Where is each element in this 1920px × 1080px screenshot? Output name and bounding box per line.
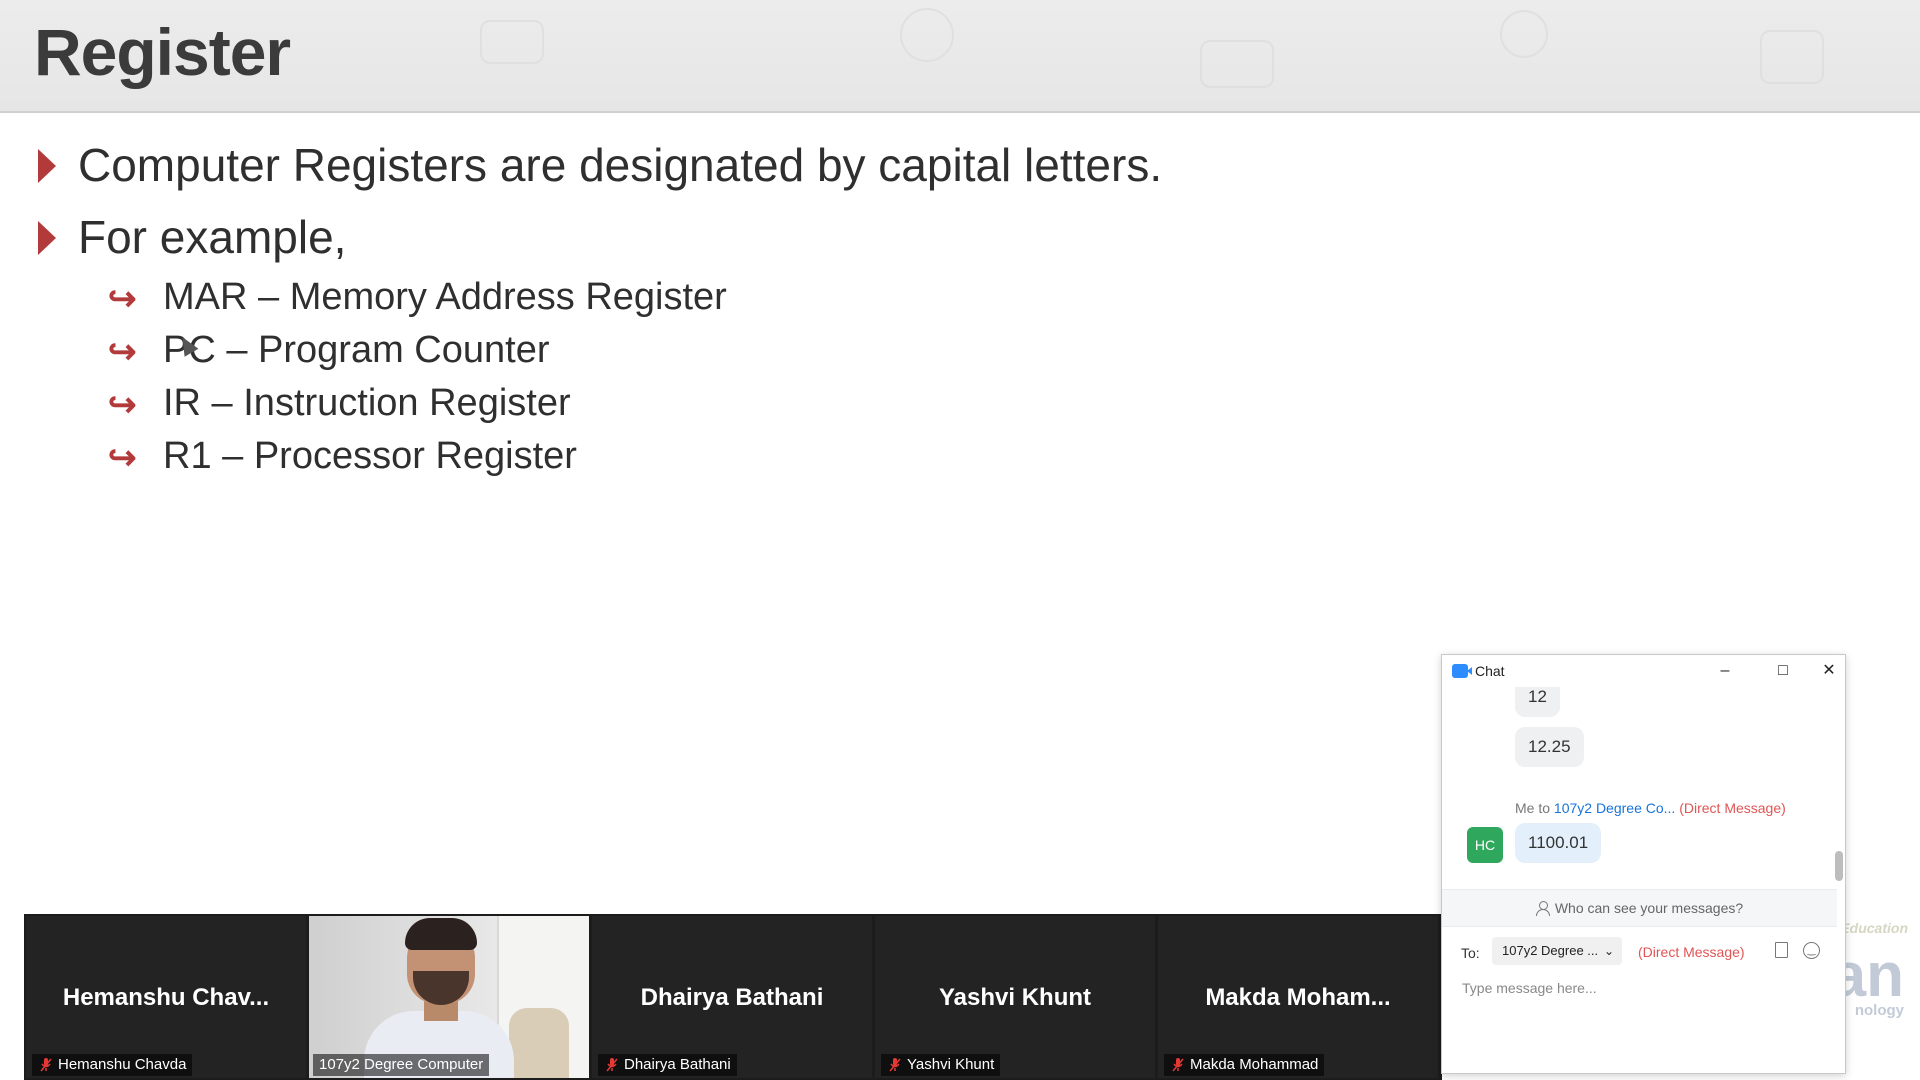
recipient-selected-value: 107y2 Degree ... (1502, 943, 1599, 958)
decorative-doodle (1500, 10, 1548, 58)
emoji-icon[interactable]: ‿ (1803, 942, 1820, 959)
close-button[interactable]: ✕ (1813, 659, 1845, 683)
decorative-doodle (1200, 40, 1274, 88)
muted-mic-icon (889, 1058, 901, 1072)
recipient-row: To: 107y2 Degree ... ⌄ (Direct Message) … (1442, 937, 1837, 967)
triangle-bullet-icon (38, 149, 56, 183)
privacy-link[interactable]: Who can see your messages? (1442, 889, 1837, 927)
bullet-list: Computer Registers are designated by cap… (36, 135, 1162, 279)
minimize-button[interactable]: – (1709, 659, 1741, 683)
participant-name: Yashvi Khunt (907, 1056, 995, 1073)
muted-mic-icon (1172, 1058, 1184, 1072)
muted-mic-icon (606, 1058, 618, 1072)
chevron-down-icon: ⌄ (1603, 944, 1614, 958)
participant-tile[interactable]: Hemanshu Chav... Hemanshu Chavda (26, 916, 306, 1078)
maximize-button[interactable]: □ (1767, 659, 1799, 683)
participant-tile[interactable]: Makda Moham... Makda Mohammad (1158, 916, 1438, 1078)
my-chat-message: 1100.01 (1515, 823, 1602, 863)
sub-bullet-text: IR – Instruction Register (163, 382, 571, 424)
participant-display-name: Dhairya Bathani (640, 984, 824, 1011)
participant-name: Hemanshu Chavda (58, 1056, 187, 1073)
chat-titlebar[interactable]: Chat – □ ✕ (1442, 655, 1845, 687)
direct-message-tag: (Direct Message) (1679, 800, 1786, 816)
chat-title: Chat (1475, 663, 1505, 679)
bullet-item: Computer Registers are designated by cap… (36, 135, 1162, 207)
participant-tile[interactable]: Yashvi Khunt Yashvi Khunt (875, 916, 1155, 1078)
sub-bullet-text: MAR – Memory Address Register (163, 276, 727, 318)
triangle-bullet-icon (38, 221, 56, 255)
decorative-doodle (1760, 30, 1824, 84)
participant-tile[interactable]: Dhairya Bathani Dhairya Bathani (592, 916, 872, 1078)
decorative-doodle (480, 20, 544, 64)
message-sender: Me to (1515, 800, 1551, 816)
participant-video-strip: Hemanshu Chav... Hemanshu Chavda 107y2 D… (24, 914, 1442, 1080)
scrollbar-thumb[interactable] (1835, 851, 1843, 881)
chat-message: 12 (1515, 687, 1560, 717)
watermark-text: Education (1840, 920, 1908, 936)
curved-arrow-icon: ↪ (108, 439, 137, 477)
curved-arrow-icon: ↪ (108, 280, 137, 318)
participant-display-name: Makda Moham... (1205, 984, 1391, 1011)
participant-display-name: Yashvi Khunt (938, 984, 1092, 1011)
message-recipient-link[interactable]: 107y2 Degree Co... (1554, 800, 1675, 816)
to-label: To: (1461, 945, 1480, 961)
chat-messages[interactable]: 12 12.25 Me to 107y2 Degree Co... (Direc… (1442, 687, 1837, 887)
participant-name: 107y2 Degree Computer (319, 1056, 484, 1073)
participant-label: Yashvi Khunt (881, 1054, 1001, 1076)
sub-bullet-list: ↪ MAR – Memory Address Register ↪ PC – P… (108, 272, 727, 484)
curved-arrow-icon: ↪ (108, 333, 137, 371)
file-icon[interactable] (1775, 942, 1788, 958)
sub-bullet-text: PC – Program Counter (163, 329, 550, 371)
message-input[interactable] (1460, 975, 1824, 1001)
participant-label: Makda Mohammad (1164, 1054, 1325, 1076)
zoom-camera-icon (1452, 664, 1472, 678)
sub-bullet-item: ↪ R1 – Processor Register (108, 431, 727, 484)
sub-bullet-text: R1 – Processor Register (163, 435, 577, 477)
chat-message: 12.25 (1515, 727, 1584, 767)
bullet-text: For example, (78, 211, 347, 263)
participant-label: Dhairya Bathani (598, 1054, 737, 1076)
participant-display-name: Hemanshu Chav... (62, 984, 270, 1011)
participant-label: 107y2 Degree Computer (313, 1054, 490, 1076)
participant-name: Makda Mohammad (1190, 1056, 1319, 1073)
decorative-doodle (900, 8, 954, 62)
muted-mic-icon (40, 1058, 52, 1072)
sub-bullet-item: ↪ IR – Instruction Register (108, 378, 727, 431)
bullet-text: Computer Registers are designated by cap… (78, 139, 1163, 191)
recipient-dropdown[interactable]: 107y2 Degree ... ⌄ (1492, 937, 1622, 965)
watermark-text: nology (1854, 1002, 1904, 1019)
message-meta: Me to 107y2 Degree Co... (Direct Message… (1515, 800, 1786, 816)
curved-arrow-icon: ↪ (108, 386, 137, 424)
privacy-text: Who can see your messages? (1554, 900, 1744, 916)
bullet-item: For example, (36, 207, 1162, 279)
chat-window: Chat – □ ✕ 12 12.25 Me to 107y2 Degree C… (1441, 654, 1846, 1074)
slide-header: Register (0, 0, 1920, 113)
participant-name: Dhairya Bathani (624, 1056, 731, 1073)
participant-label: Hemanshu Chavda (32, 1054, 193, 1076)
person-icon (1535, 901, 1550, 916)
avatar: HC (1467, 827, 1503, 863)
slide-title: Register (34, 15, 291, 89)
sub-bullet-item: ↪ PC – Program Counter (108, 325, 727, 378)
direct-message-label: (Direct Message) (1638, 944, 1745, 960)
chat-scrollbar[interactable] (1835, 691, 1843, 901)
participant-tile-active-speaker[interactable]: 107y2 Degree Computer (309, 916, 589, 1078)
sub-bullet-item: ↪ MAR – Memory Address Register (108, 272, 727, 325)
